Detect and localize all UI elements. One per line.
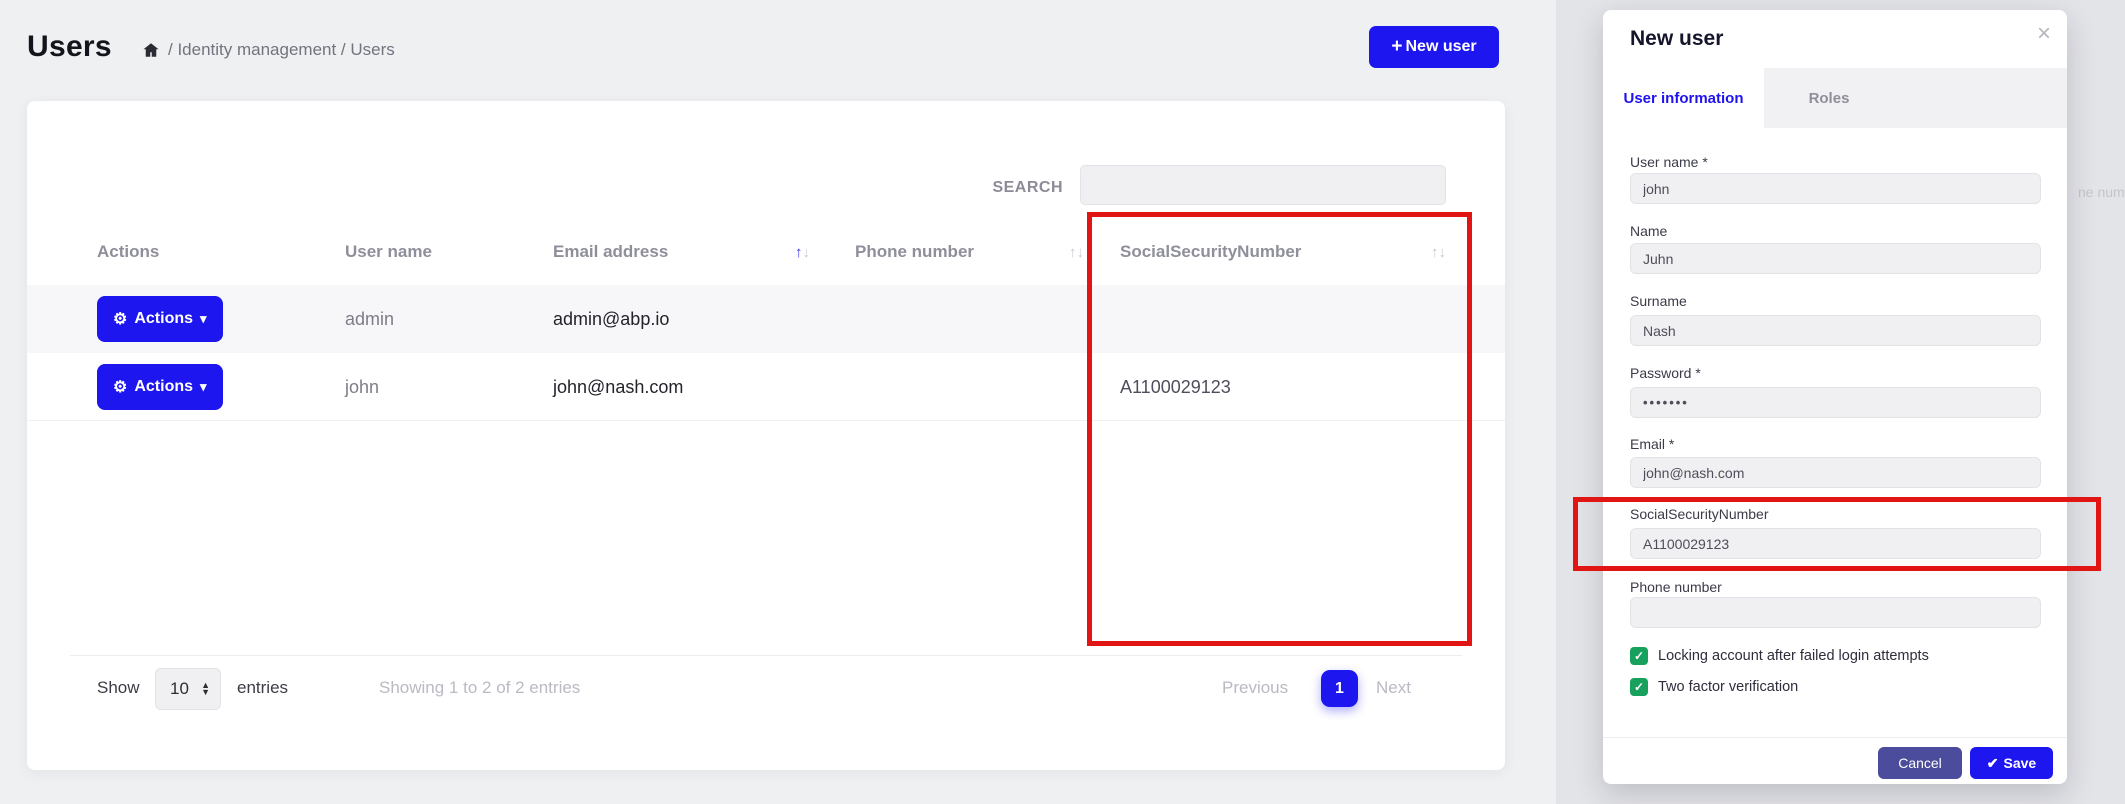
sort-asc-icon: ↑: [1431, 244, 1439, 261]
ssn-field[interactable]: [1630, 528, 2041, 559]
email-cell: admin@abp.io: [553, 285, 669, 353]
new-user-button-label: New user: [1405, 38, 1476, 56]
gear-icon: ⚙: [113, 377, 127, 397]
table-bottom-divider: [70, 655, 1462, 656]
user-name-label: User name *: [1630, 154, 1708, 170]
tab-user-information[interactable]: User information: [1603, 68, 1764, 128]
name-field[interactable]: [1630, 243, 2041, 274]
modal-tab-bar: User information Roles: [1603, 68, 2067, 128]
modal-title: New user: [1630, 27, 1723, 51]
two-factor-checkbox[interactable]: ✓: [1630, 678, 1648, 696]
column-header-ssn[interactable]: SocialSecurityNumber: [1120, 219, 1301, 285]
sort-icon-ssn[interactable]: ↑↓: [1431, 219, 1446, 285]
two-factor-checkbox-row: ✓ Two factor verification: [1630, 678, 1798, 696]
surname-field[interactable]: [1630, 315, 2041, 346]
table-row: ⚙ Actions ▾ john john@nash.com A11000291…: [27, 353, 1505, 421]
sort-asc-icon: ↑: [1069, 244, 1077, 261]
sort-icon-email[interactable]: ↑↓: [795, 219, 810, 285]
backdrop-clipped-text: ne numbe: [2078, 184, 2125, 200]
user-name-cell: john: [345, 353, 379, 421]
password-label: Password *: [1630, 365, 1701, 381]
page-size-select[interactable]: 10 ▲ ▼: [155, 668, 221, 710]
surname-label: Surname: [1630, 293, 1687, 309]
lockout-checkbox-label: Locking account after failed login attem…: [1658, 648, 1929, 664]
lockout-checkbox-row: ✓ Locking account after failed login att…: [1630, 647, 1929, 665]
actions-button-label: Actions: [134, 378, 193, 396]
sort-desc-icon: ↓: [1077, 244, 1085, 261]
phone-number-field[interactable]: [1630, 597, 2041, 628]
two-factor-checkbox-label: Two factor verification: [1658, 679, 1798, 695]
search-input[interactable]: [1080, 165, 1446, 205]
actions-button-label: Actions: [134, 310, 193, 328]
pagination-previous[interactable]: Previous: [1222, 678, 1288, 698]
gear-icon: ⚙: [113, 309, 127, 329]
tab-roles[interactable]: Roles: [1764, 68, 1894, 128]
breadcrumb-path: / Identity management / Users: [168, 40, 395, 60]
email-label: Email *: [1630, 436, 1674, 452]
lockout-checkbox[interactable]: ✓: [1630, 647, 1648, 665]
showing-entries-text: Showing 1 to 2 of 2 entries: [379, 678, 580, 698]
search-label: SEARCH: [927, 179, 1063, 197]
actions-cell: ⚙ Actions ▾: [97, 285, 223, 353]
check-icon: ✓: [1634, 649, 1644, 663]
cancel-button[interactable]: Cancel: [1878, 747, 1962, 779]
user-name-cell: admin: [345, 285, 394, 353]
password-field[interactable]: [1630, 387, 2041, 418]
actions-dropdown-button[interactable]: ⚙ Actions ▾: [97, 364, 223, 410]
new-user-button[interactable]: + New user: [1369, 26, 1499, 68]
save-button[interactable]: ✔ Save: [1970, 747, 2053, 779]
entries-label: entries: [237, 678, 288, 698]
stepper-down-icon: ▼: [201, 689, 210, 696]
table-header-row: Actions User name Email address ↑↓ Phone…: [27, 219, 1505, 285]
phone-number-label: Phone number: [1630, 579, 1722, 595]
close-icon[interactable]: ×: [2037, 22, 2051, 46]
check-icon: ✓: [1634, 680, 1644, 694]
pagination-page-1[interactable]: 1: [1321, 670, 1358, 707]
sort-desc-icon: ↓: [803, 244, 811, 261]
column-header-phone-number[interactable]: Phone number: [855, 219, 974, 285]
page-title: Users: [27, 30, 112, 64]
stepper-icon: ▲ ▼: [201, 682, 210, 696]
email-cell: john@nash.com: [553, 353, 683, 421]
show-label: Show: [97, 678, 140, 698]
home-icon[interactable]: [142, 41, 160, 59]
caret-down-icon: ▾: [200, 311, 207, 327]
save-button-label: Save: [2004, 755, 2037, 771]
modal-footer-divider: [1603, 737, 2067, 738]
user-name-field[interactable]: [1630, 173, 2041, 204]
column-header-actions[interactable]: Actions: [97, 219, 159, 285]
ssn-label: SocialSecurityNumber: [1630, 506, 1769, 522]
new-user-modal: New user × User information Roles User n…: [1603, 10, 2067, 784]
page-size-value: 10: [170, 679, 189, 699]
users-table-card: SEARCH Actions User name Email address ↑…: [27, 101, 1505, 770]
email-field[interactable]: [1630, 457, 2041, 488]
ssn-cell: A1100029123: [1120, 353, 1231, 421]
users-page: Users / Identity management / Users + Ne…: [0, 0, 1556, 804]
plus-icon: +: [1391, 36, 1402, 58]
table-row: ⚙ Actions ▾ admin admin@abp.io: [27, 285, 1505, 353]
column-header-email-address[interactable]: Email address: [553, 219, 668, 285]
actions-cell: ⚙ Actions ▾: [97, 353, 223, 421]
sort-asc-icon: ↑: [795, 244, 803, 261]
save-check-icon: ✔: [1987, 755, 1999, 772]
pagination-next[interactable]: Next: [1376, 678, 1411, 698]
sort-icon-phone[interactable]: ↑↓: [1069, 219, 1084, 285]
caret-down-icon: ▾: [200, 379, 207, 395]
column-header-user-name[interactable]: User name: [345, 219, 432, 285]
name-label: Name: [1630, 223, 1667, 239]
actions-dropdown-button[interactable]: ⚙ Actions ▾: [97, 296, 223, 342]
sort-desc-icon: ↓: [1439, 244, 1447, 261]
breadcrumb[interactable]: / Identity management / Users: [142, 40, 395, 60]
